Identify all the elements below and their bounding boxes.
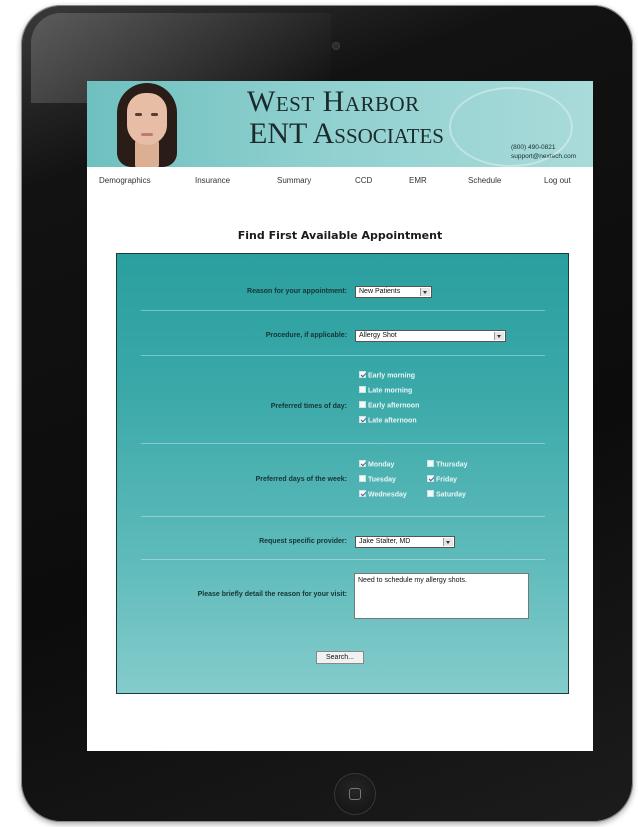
nav-schedule[interactable]: Schedule — [468, 176, 501, 185]
visit-reason-text: Need to schedule my allergy shots. — [358, 577, 467, 584]
main-nav: Demographics Insurance Summary CCD EMR S… — [87, 176, 593, 190]
checkbox-early-afternoon[interactable]: Early afternoon — [359, 401, 420, 410]
detail-label: Please briefly detail the reason for you… — [197, 591, 347, 598]
checkbox[interactable] — [427, 490, 434, 497]
contact-info: (800) 490-0821 support@nextech.com — [511, 143, 576, 161]
nav-summary[interactable]: Summary — [277, 176, 311, 185]
page-title: Find First Available Appointment — [237, 229, 443, 242]
appointment-form: Reason for your appointment: New Patient… — [116, 253, 569, 694]
checkbox[interactable] — [427, 475, 434, 482]
nav-ccd[interactable]: CCD — [355, 176, 372, 185]
checkbox-label: Thursday — [436, 461, 468, 469]
nav-demographics[interactable]: Demographics — [99, 176, 151, 185]
brand-line-2: ENT Associates — [249, 117, 444, 150]
checkbox-late-morning[interactable]: Late morning — [359, 386, 413, 395]
camera-icon — [333, 43, 339, 49]
checkbox-tuesday[interactable]: Tuesday — [359, 475, 396, 484]
times-label: Preferred times of day: — [270, 403, 347, 410]
reason-select[interactable]: New Patients — [355, 286, 432, 298]
chevron-down-icon — [443, 538, 453, 546]
contact-phone: (800) 490-0821 — [511, 144, 556, 151]
provider-value: Jake Stalter, MD — [359, 538, 411, 545]
checkbox-label: Friday — [436, 476, 458, 484]
contact-email: support@nextech.com — [511, 153, 577, 160]
header-banner: West Harbor ENT Associates (800) 490-082… — [87, 81, 593, 167]
checkbox[interactable] — [427, 460, 434, 467]
days-label: Preferred days of the week: — [255, 476, 347, 483]
divider — [141, 310, 545, 311]
chevron-down-icon — [494, 332, 504, 340]
checkbox-label: Early afternoon — [368, 402, 420, 410]
reason-value: New Patients — [359, 288, 401, 295]
checkbox[interactable] — [359, 460, 366, 467]
brand-line-1: West Harbor — [247, 85, 420, 118]
checkbox-label: Saturday — [436, 491, 466, 499]
checkbox-label: Tuesday — [368, 476, 396, 484]
nav-emr[interactable]: EMR — [409, 176, 427, 185]
checkbox-wednesday[interactable]: Wednesday — [359, 490, 407, 499]
checkbox[interactable] — [359, 416, 366, 423]
portrait-image — [109, 81, 185, 167]
checkbox-monday[interactable]: Monday — [359, 460, 395, 469]
checkbox-label: Early morning — [368, 372, 416, 380]
checkbox-saturday[interactable]: Saturday — [427, 490, 466, 499]
provider-label: Request specific provider: — [259, 538, 347, 545]
home-button[interactable] — [335, 774, 375, 814]
checkbox-friday[interactable]: Friday — [427, 475, 458, 484]
checkbox-late-afternoon[interactable]: Late afternoon — [359, 416, 417, 425]
checkbox-label: Late afternoon — [368, 417, 417, 425]
visit-reason-textarea[interactable]: Need to schedule my allergy shots. — [354, 573, 529, 619]
checkbox[interactable] — [359, 490, 366, 497]
brand-logo: West Harbor ENT Associates — [247, 87, 444, 149]
divider — [141, 559, 545, 560]
procedure-select[interactable]: Allergy Shot — [355, 330, 506, 342]
checkbox-label: Monday — [368, 461, 395, 469]
procedure-value: Allergy Shot — [359, 332, 397, 339]
checkbox[interactable] — [359, 401, 366, 408]
nav-insurance[interactable]: Insurance — [195, 176, 230, 185]
checkbox-early-morning[interactable]: Early morning — [359, 371, 416, 380]
divider — [141, 355, 545, 356]
checkbox-label: Late morning — [368, 387, 413, 395]
nav-log-out[interactable]: Log out — [544, 176, 571, 185]
checkbox-thursday[interactable]: Thursday — [427, 460, 468, 469]
screen: West Harbor ENT Associates (800) 490-082… — [87, 81, 593, 751]
provider-select[interactable]: Jake Stalter, MD — [355, 536, 455, 548]
procedure-label: Procedure, if applicable: — [265, 332, 347, 339]
search-button[interactable]: Search... — [316, 651, 364, 664]
reason-label: Reason for your appointment: — [247, 288, 347, 295]
checkbox[interactable] — [359, 386, 366, 393]
chevron-down-icon — [420, 288, 430, 296]
checkbox-label: Wednesday — [368, 491, 407, 499]
checkbox[interactable] — [359, 475, 366, 482]
divider — [141, 516, 545, 517]
divider — [141, 443, 545, 444]
checkbox[interactable] — [359, 371, 366, 378]
